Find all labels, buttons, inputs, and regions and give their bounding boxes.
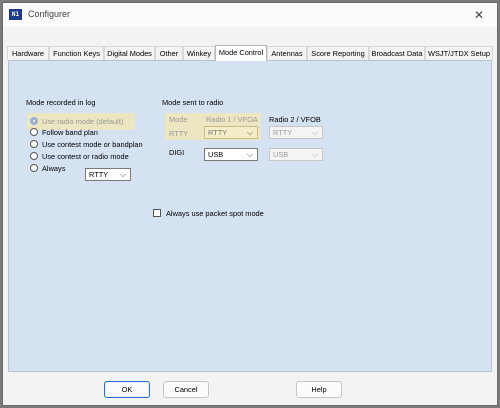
configurer-window: N1 Configurer ✕ Hardware Function Keys D…: [2, 2, 498, 406]
radio-button[interactable]: [30, 128, 38, 136]
radio-button[interactable]: [30, 140, 38, 148]
chevron-down-icon: ⌵: [311, 150, 318, 159]
chevron-down-icon: ⌵: [246, 128, 253, 137]
radio-use-contest-mode-or-bandplan[interactable]: Use contest mode or bandplan: [30, 139, 143, 150]
title-bar: N1 Configurer ✕: [3, 3, 497, 27]
radio-button[interactable]: [30, 152, 38, 160]
app-logo-icon: N1: [9, 9, 22, 20]
cancel-button[interactable]: Cancel: [163, 381, 209, 398]
help-button[interactable]: Help: [296, 381, 342, 398]
window-title: Configurer: [28, 9, 71, 19]
close-button[interactable]: ✕: [471, 7, 487, 23]
tab-digital-modes[interactable]: Digital Modes: [104, 46, 155, 60]
ok-button[interactable]: OK: [104, 381, 150, 398]
chevron-down-icon: ⌵: [246, 150, 253, 159]
radio2-digi-select: USB ⌵: [269, 148, 323, 161]
mode-log-heading: Mode recorded in log: [26, 98, 96, 107]
radio-button[interactable]: [30, 164, 38, 172]
row-rtty-mode: RTTY: [169, 129, 189, 138]
tab-function-keys[interactable]: Function Keys: [49, 46, 104, 60]
always-mode-select[interactable]: RTTY ⌵: [85, 168, 131, 181]
radio-use-contest-or-radio-mode[interactable]: Use contest or radio mode: [30, 151, 129, 162]
mode-radio-heading: Mode sent to radio: [162, 98, 224, 107]
radio1-rtty-select[interactable]: RTTY ⌵: [204, 126, 258, 139]
tab-bar: Hardware Function Keys Digital Modes Oth…: [7, 45, 495, 61]
tab-winkey[interactable]: Winkey: [183, 46, 215, 60]
col-mode-label: Mode: [169, 115, 188, 124]
radio-follow-band-plan[interactable]: Follow band plan: [30, 127, 98, 138]
row-digi-mode: DIGI: [169, 148, 185, 157]
packet-spot-checkbox-row[interactable]: Always use packet spot mode: [153, 208, 264, 219]
col-radio1-label: Radio 1 / VFOA: [206, 115, 258, 124]
chevron-down-icon: ⌵: [119, 170, 126, 179]
tab-mode-control[interactable]: Mode Control: [215, 45, 267, 61]
tab-other[interactable]: Other: [155, 46, 183, 60]
tab-wsjt-jtdx-setup[interactable]: WSJT/JTDX Setup: [425, 46, 493, 60]
tab-hardware[interactable]: Hardware: [7, 46, 49, 60]
radio2-rtty-select: RTTY ⌵: [269, 126, 323, 139]
tab-antennas[interactable]: Antennas: [267, 46, 307, 60]
radio-button[interactable]: [30, 117, 38, 125]
tab-score-reporting[interactable]: Score Reporting: [307, 46, 369, 60]
packet-spot-checkbox[interactable]: [153, 209, 161, 217]
tab-broadcast-data[interactable]: Broadcast Data: [369, 46, 425, 60]
dialog-footer: [3, 372, 497, 405]
radio-use-radio-mode[interactable]: Use radio mode (default): [30, 116, 123, 127]
col-radio2-label: Radio 2 / VFOB: [269, 115, 321, 124]
radio1-digi-select[interactable]: USB ⌵: [204, 148, 258, 161]
chevron-down-icon: ⌵: [311, 128, 318, 137]
radio-always[interactable]: Always: [30, 163, 65, 174]
